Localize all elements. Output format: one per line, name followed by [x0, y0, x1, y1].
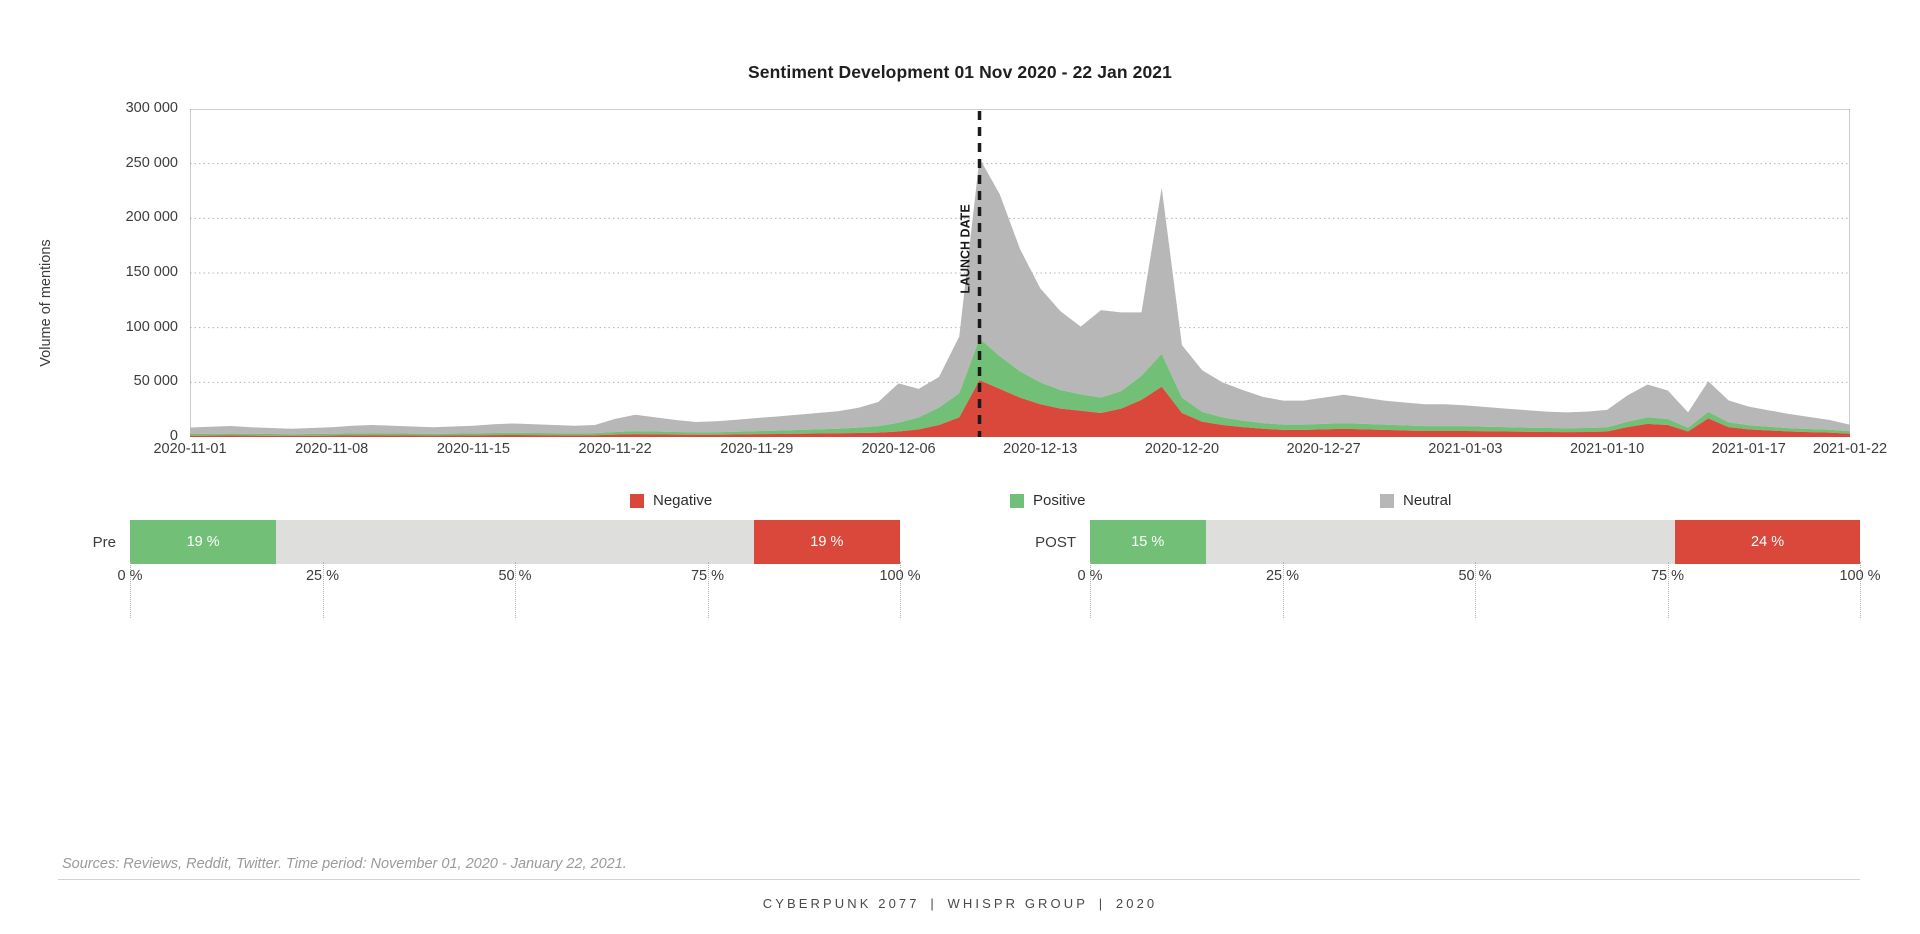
y-axis-tick-labels: 0 50 000 100 000 150 000 200 000 250 000 300 0…: [0, 95, 178, 444]
footer-divider: [58, 879, 1860, 880]
post-bar-track[interactable]: 15 % 24 %: [1090, 520, 1860, 564]
x-axis-tick: 2020-11-15: [436, 441, 510, 457]
legend-label: Neutral: [1403, 492, 1452, 509]
x-axis-tick: 2020-11-08: [295, 441, 369, 457]
pre-bar-axis: 0 % 25 % 50 % 75 % 100 %: [118, 562, 921, 618]
pct-segment-positive[interactable]: 19 %: [130, 520, 277, 564]
pct-axis-tick: 25 %: [1265, 568, 1300, 584]
pct-segment-neutral[interactable]: [1205, 520, 1676, 564]
x-axis-tick: 2020-12-06: [861, 441, 936, 457]
x-axis-tick: 2021-01-03: [1428, 441, 1503, 457]
area-chart-plot: LAUNCH DATE: [190, 109, 1850, 437]
post-bar-axis: 0 % 25 % 50 % 75 % 100 %: [1078, 562, 1881, 618]
legend-item-positive[interactable]: Positive: [1010, 492, 1086, 509]
pct-axis-tick: 50 %: [498, 568, 532, 584]
y-axis-tick: 250 000: [125, 154, 178, 171]
pct-segment-neutral[interactable]: [276, 520, 754, 564]
legend-item-neutral[interactable]: Neutral: [1380, 492, 1451, 509]
footer-brand: CYBERPUNK 2077: [762, 896, 920, 911]
x-axis-tick: 2020-11-22: [578, 441, 652, 457]
pct-axis-tick: 100 %: [879, 568, 921, 584]
pre-bar-label: Pre: [92, 533, 116, 551]
y-axis-tick: 150 000: [125, 264, 178, 280]
x-axis-tick: 2021-01-22: [1812, 441, 1888, 457]
chart-legend: Negative Positive Neutral: [190, 492, 1850, 518]
y-axis-tick: 300 000: [125, 100, 178, 116]
pct-axis-tick: 75 %: [1650, 568, 1685, 584]
page-title: Sentiment Development 01 Nov 2020 - 22 J…: [748, 62, 1172, 82]
legend-swatch-icon: [1010, 493, 1024, 508]
sentiment-area-chart: Volume of mentions 0 50 000 100 000 150 000…: [0, 95, 1920, 465]
sources-note: Sources: Reviews, Reddit, Twitter. Time …: [62, 856, 627, 872]
post-launch-sentiment-bar: POST 15 % 24 % 0 % 25 % 50 % 75 % 100 %: [1020, 520, 1881, 618]
footer-agency: WHISPR GROUP: [947, 896, 1088, 911]
pct-segment-negative[interactable]: 19 %: [753, 520, 900, 564]
pct-axis-tick: 100 %: [1839, 568, 1881, 584]
pre-launch-sentiment-bar: Pre 19 % 19 % 0 % 25 % 50 % 75 % 100 %: [60, 520, 921, 618]
y-axis-tick: 200 000: [125, 209, 178, 226]
pct-axis-tick: 50 %: [1458, 568, 1492, 584]
pre-bar-track[interactable]: 19 % 19 %: [130, 520, 900, 564]
x-axis-tick: 2021-01-10: [1569, 441, 1645, 457]
launch-date-label: LAUNCH DATE: [959, 204, 973, 293]
pct-axis-tick: 75 %: [690, 568, 725, 584]
y-axis-tick: 100 000: [125, 318, 178, 335]
footer-separator-2: |: [1098, 896, 1106, 911]
legend-swatch-icon: [1380, 493, 1394, 508]
legend-label: Negative: [653, 492, 713, 509]
pre-bar-row: Pre 19 % 19 %: [60, 520, 900, 564]
pct-axis-tick: 0 %: [117, 568, 143, 584]
pct-axis-tick: 0 %: [1077, 568, 1103, 584]
legend-swatch-icon: [630, 493, 644, 508]
legend-item-negative[interactable]: Negative: [630, 492, 712, 509]
footer-branding: CYBERPUNK 2077 | WHISPR GROUP | 2020: [0, 896, 1920, 911]
y-axis-tick: 50 000: [133, 373, 178, 390]
x-axis-tick: 2021-01-17: [1711, 441, 1786, 457]
legend-label: Positive: [1033, 492, 1086, 509]
footer-separator-1: |: [930, 896, 937, 911]
x-axis-tick: 2020-12-27: [1286, 441, 1361, 457]
x-axis-tick: 2020-11-01: [153, 441, 227, 457]
pct-segment-positive[interactable]: 15 %: [1090, 520, 1206, 564]
post-bar-label: POST: [1035, 533, 1076, 551]
pct-axis-tick: 25 %: [305, 568, 340, 584]
footer-year: 2020: [1115, 896, 1158, 911]
x-axis-tick: 2020-12-20: [1144, 441, 1220, 457]
post-bar-row: POST 15 % 24 %: [1020, 520, 1860, 564]
pct-segment-negative[interactable]: 24 %: [1675, 520, 1860, 564]
x-axis-tick: 2020-11-29: [720, 441, 794, 457]
x-axis-tick: 2020-12-13: [1003, 441, 1078, 457]
